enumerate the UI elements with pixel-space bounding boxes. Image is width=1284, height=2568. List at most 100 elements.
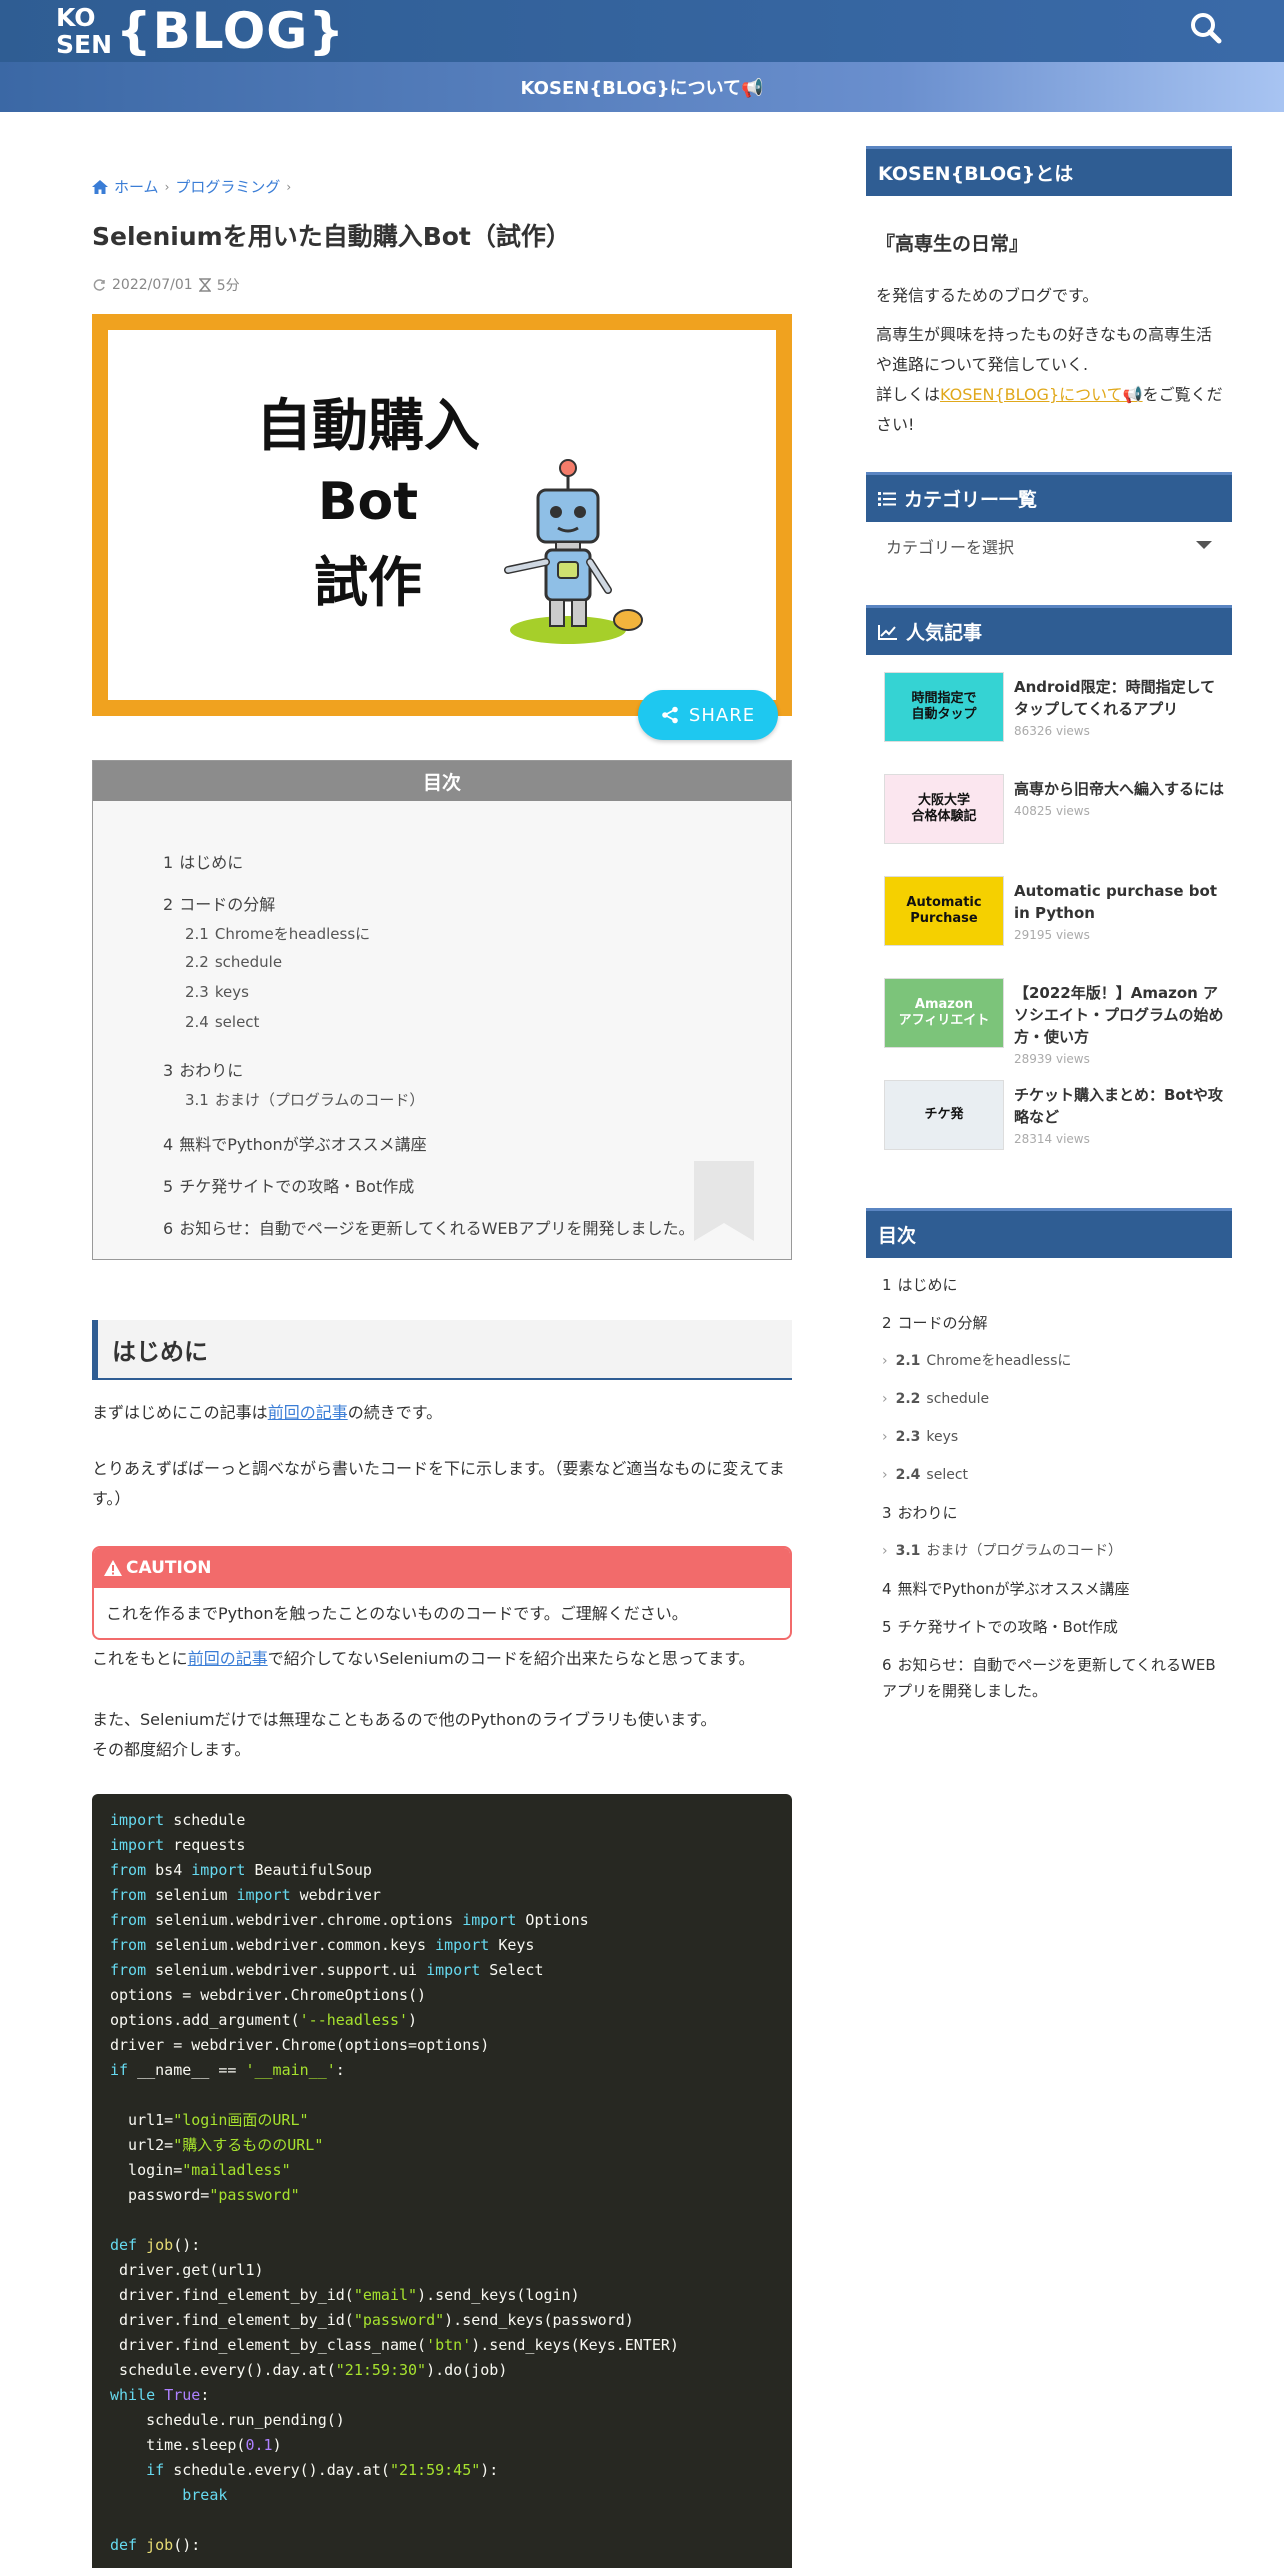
toc-item[interactable]: 3 おわりに [163,1057,243,1081]
nav-link-about[interactable]: KOSEN{BLOG}について📢 [521,74,764,100]
share-button[interactable]: SHARE [638,690,778,740]
read-time: 5分 [216,278,240,294]
toc-item[interactable]: 2 コードの分解 [163,891,275,915]
popular-post-title: Android限定：時間指定してタップしてくれるアプリ 86326 views [1014,676,1224,742]
code-block: import schedule import requests from bs4 i… [92,1794,792,2568]
logo-small-text: KO SEN [56,3,113,59]
article-meta: 2022/07/01 5分 [92,275,240,295]
sidebar-toc-title: 目次 [866,1208,1232,1258]
share-label: SHARE [688,704,756,726]
toc-item-number: 2.2 [185,953,209,971]
about-text-2: 高専生が興味を持ったもの好きなもの高専生活や進路について発信していく. [876,325,1213,374]
breadcrumb: ホーム › プログラミング › [92,176,291,197]
popular-post[interactable]: Amazon アフィリエイト 【2022年版！】Amazon アソシエイト・プログ… [884,978,1232,1066]
chevron-right-icon: › [164,179,170,194]
sidebar-toc-number: 2.4 [895,1467,921,1483]
search-icon[interactable] [1186,8,1226,48]
site-logo[interactable]: KO SEN {BLOG} [56,2,345,60]
sidebar-toc-item[interactable]: 6 お知らせ：自動でページを更新してくれるWEBアプリを開発しました。 [882,1652,1222,1704]
sidebar-toc-item[interactable]: 3 おわりに [882,1500,1222,1526]
toc-item-label: はじめに [179,853,244,872]
bookmark-icon[interactable] [694,1161,754,1241]
sidebar-toc-number: 2.3 [895,1429,921,1445]
popular-post-title: 高専から旧帝大へ編入するには 40825 views [1014,778,1224,822]
nav-bar: KOSEN{BLOG}について📢 [0,62,1284,112]
sidebar-toc-item[interactable]: 1 はじめに [882,1272,1222,1298]
refresh-icon [93,279,105,291]
category-select[interactable]: カテゴリーを選択 [866,522,1232,570]
code-line: password="password" [110,2186,300,2204]
toc-item[interactable]: 2.1 Chromeをheadlessに [185,923,370,944]
sidebar-toc-item[interactable]: 2 コードの分解 [882,1310,1222,1336]
code-line: options = webdriver.ChromeOptions() [110,1986,427,2004]
caution-title: CAUTION [126,1558,212,1578]
popular-post[interactable]: チケ発 チケット購入まとめ：Botや攻略など 28314 views [884,1080,1232,1150]
popular-post[interactable]: 大阪大学 合格体験記 高専から旧帝大へ編入するには 40825 views [884,774,1232,844]
toc-item[interactable]: 2.2 schedule [185,953,282,971]
sidebar-toc-item[interactable]: 4 無料でPythonが学ぶオススメ講座 [882,1576,1222,1602]
hourglass-icon [198,278,211,292]
caution-text: これを作るまでPythonを触ったことのないもののコードです。ご理解ください。 [106,1604,688,1623]
code-line: def job(): [110,2236,201,2254]
about-widget-title: KOSEN{BLOG}とは [866,146,1232,196]
toc-item[interactable]: 4 無料でPythonが学ぶオススメ講座 [163,1131,427,1155]
code-line: while True: [110,2386,210,2404]
popular-post-thumbnail: Amazon アフィリエイト [884,978,1004,1048]
popular-post-thumbnail: チケ発 [884,1080,1004,1150]
toc-item-label: コードの分解 [179,895,276,914]
toc-item-number: 2 [163,895,174,914]
toc-item[interactable]: 3.1 おまけ（プログラムのコード） [185,1089,424,1110]
sidebar-toc-label: select [926,1467,969,1483]
category-widget-title: カテゴリー一覧 [866,472,1232,522]
article-title: Seleniumを用いた自動購入Bot（試作） [92,222,571,251]
code-line: schedule.every().day.at("21:59:30").do(j… [110,2361,508,2379]
previous-article-link[interactable]: 前回の記事 [268,1403,348,1422]
breadcrumb-home[interactable]: ホーム [114,176,159,197]
popular-post-title: チケット購入まとめ：Botや攻略など 28314 views [1014,1084,1224,1150]
toc-item[interactable]: 2.3 keys [185,983,249,1001]
sidebar-toc-item[interactable]: 3.1 おまけ（プログラムのコード） [882,1538,1222,1564]
caret-down-icon [1196,541,1212,549]
toc-item[interactable]: 1 はじめに [163,849,243,873]
table-of-contents: 目次 1 はじめに 2 コードの分解 2.1 Chromeをheadlessに 2.2 sch… [92,760,792,1260]
sidebar-toc-number: 1 [882,1276,892,1294]
popular-widget-title: 人気記事 [866,605,1232,655]
about-link[interactable]: KOSEN{BLOG}について📢 [940,385,1143,404]
warning-icon [104,1560,122,1576]
breadcrumb-category[interactable]: プログラミング [175,176,280,197]
sidebar-toc-item[interactable]: 2.3 keys [882,1424,1222,1450]
code-line: driver = webdriver.Chrome(options=option… [110,2036,490,2054]
share-icon [662,706,678,724]
logo-blog-text: {BLOG} [116,2,345,60]
code-line: if schedule.every().day.at("21:59:45"): [146,2461,499,2479]
popular-post[interactable]: Automatic Purchase Automatic purchase bot… [884,876,1232,946]
sidebar-toc-item[interactable]: 2.1 Chromeをheadlessに [882,1348,1222,1374]
sidebar-toc-item[interactable]: 5 チケ発サイトでの攻略・Bot作成 [882,1614,1222,1640]
code-line: from selenium.webdriver.chrome.options i… [110,1911,589,1929]
popular-post-title: Automatic purchase bot in Python 29195 vi… [1014,880,1224,946]
code-line: driver.find_element_by_id("password").se… [110,2311,634,2329]
popular-post-thumbnail: 大阪大学 合格体験記 [884,774,1004,844]
sidebar-toc-label: お知らせ：自動でページを更新してくれるWEBアプリを開発しました。 [882,1656,1216,1700]
code-line: from selenium.webdriver.common.keys impo… [110,1936,535,1954]
toc-item-label: チケ発サイトでの攻略・Bot作成 [179,1177,415,1196]
toc-title: 目次 [93,761,791,801]
toc-item[interactable]: 5 チケ発サイトでの攻略・Bot作成 [163,1173,414,1197]
code-line: def job(): [110,2536,201,2554]
previous-article-link-2[interactable]: 前回の記事 [188,1649,268,1668]
toc-item[interactable]: 6 お知らせ：自動でページを更新してくれるWEBアプリを開発しました。 [163,1215,695,1239]
sidebar-toc-number: 6 [882,1656,892,1674]
sidebar-toc-item[interactable]: 2.4 select [882,1462,1222,1488]
code-line: import schedule [110,1811,246,1829]
popular-post-views: 86326 views [1014,724,1090,738]
popular-post-title-text: チケット購入まとめ：Botや攻略など [1014,1086,1223,1126]
toc-item[interactable]: 2.4 select [185,1013,259,1031]
popular-post-title-text: Android限定：時間指定してタップしてくれるアプリ [1014,678,1216,718]
popular-post[interactable]: 時間指定で 自動タップ Android限定：時間指定してタップしてくれるアプリ 86… [884,672,1232,742]
sidebar-toc-item[interactable]: 2.2 schedule [882,1386,1222,1412]
list-icon [878,491,896,506]
home-icon [92,179,108,194]
toc-item-number: 6 [163,1219,174,1238]
toc-item-number: 3 [163,1061,174,1080]
